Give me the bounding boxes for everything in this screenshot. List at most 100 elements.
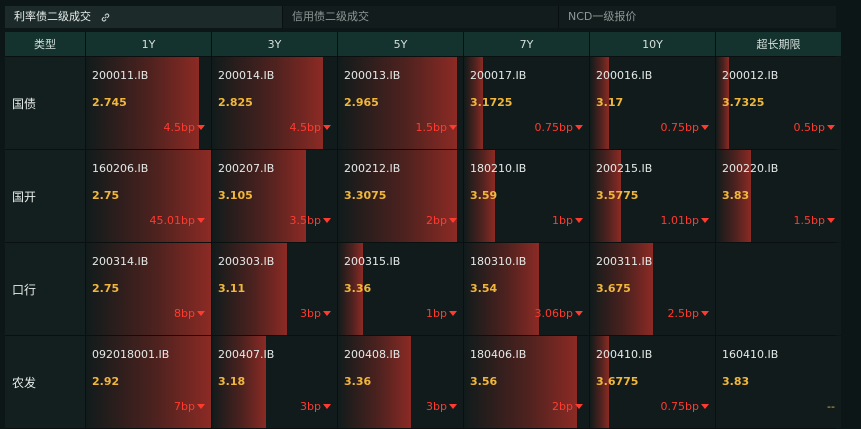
bond-cell[interactable]: 200407.IB 3.18 3bp [212, 336, 337, 428]
down-arrow-icon [197, 218, 205, 223]
bond-cell[interactable]: 200314.IB 2.75 8bp [86, 243, 211, 335]
bond-code: 200303.IB [218, 255, 275, 268]
bond-cell[interactable]: 200011.IB 2.745 4.5bp [86, 57, 211, 149]
bond-code: 200220.IB [722, 162, 779, 175]
bond-code: 200012.IB [722, 69, 779, 82]
down-arrow-icon [323, 125, 331, 130]
bond-yield: 3.54 [470, 282, 498, 295]
yield-change: 3.5bp [290, 214, 331, 227]
bond-yield: 2.745 [92, 96, 127, 109]
yield-change-value: 1bp [426, 307, 447, 320]
yield-change-value: 0.75bp [660, 400, 699, 413]
bond-code: 200315.IB [344, 255, 401, 268]
yield-change: 3bp [426, 400, 457, 413]
bond-cell[interactable]: 200013.IB 2.965 1.5bp [338, 57, 463, 149]
tab-label: 信用债二级成交 [292, 10, 369, 23]
bond-yield: 3.3075 [344, 189, 387, 202]
yield-change: 1.01bp [661, 214, 709, 227]
bond-cell[interactable]: 200017.IB 3.1725 0.75bp [464, 57, 589, 149]
yield-change-value: 1bp [552, 214, 573, 227]
bond-code: 160410.IB [722, 348, 779, 361]
yield-change: 2bp [552, 400, 583, 413]
bond-code: 180210.IB [470, 162, 527, 175]
bond-code: 200410.IB [596, 348, 653, 361]
bond-cell[interactable]: 092018001.IB 2.92 7bp [86, 336, 211, 428]
bond-cell[interactable]: 180310.IB 3.54 3.06bp [464, 243, 589, 335]
bond-yield: 2.75 [92, 282, 120, 295]
tab-rates-secondary[interactable]: 利率债二级成交 [5, 6, 283, 28]
yield-change-value: 0.5bp [793, 121, 825, 134]
down-arrow-icon [575, 218, 583, 223]
header-3y: 3Y [212, 32, 337, 56]
link-icon[interactable] [100, 12, 111, 23]
down-arrow-icon [701, 125, 709, 130]
bond-cell[interactable]: 160206.IB 2.75 45.01bp [86, 150, 211, 242]
down-arrow-icon [449, 218, 457, 223]
bond-code: 200017.IB [470, 69, 527, 82]
bond-code: 200215.IB [596, 162, 653, 175]
tab-credit-secondary[interactable]: 信用债二级成交 [283, 6, 559, 28]
bond-yield: 3.36 [344, 375, 372, 388]
bond-cell[interactable]: 200303.IB 3.11 3bp [212, 243, 337, 335]
yield-change-value: 0.75bp [660, 121, 699, 134]
yield-change: 1bp [552, 214, 583, 227]
bond-cell[interactable]: 200012.IB 3.7325 0.5bp [716, 57, 841, 149]
bond-code: 200314.IB [92, 255, 149, 268]
bond-cell[interactable]: 200016.IB 3.17 0.75bp [590, 57, 715, 149]
yield-change: 0.5bp [794, 121, 835, 134]
bond-yield: 2.75 [92, 189, 120, 202]
yield-change: 7bp [174, 400, 205, 413]
bond-yield: 3.6775 [596, 375, 639, 388]
down-arrow-icon [701, 311, 709, 316]
bond-yield: 3.11 [218, 282, 246, 295]
down-arrow-icon [449, 125, 457, 130]
bond-yield: 3.59 [470, 189, 498, 202]
bond-yield: 3.1725 [470, 96, 513, 109]
down-arrow-icon [197, 404, 205, 409]
bond-cell[interactable]: 180406.IB 3.56 2bp [464, 336, 589, 428]
yield-change-value: 3.06bp [534, 307, 573, 320]
header-5y: 5Y [338, 32, 463, 56]
yield-change: 3bp [300, 307, 331, 320]
bond-code: 160206.IB [92, 162, 149, 175]
bond-cell[interactable]: 160410.IB 3.83 -- [716, 336, 841, 428]
yield-change-value: 4.5bp [163, 121, 195, 134]
tab-label: 利率债二级成交 [14, 10, 91, 23]
yield-change: 4.5bp [290, 121, 331, 134]
row-label: 国债 [5, 57, 85, 149]
bond-cell[interactable]: 200207.IB 3.105 3.5bp [212, 150, 337, 242]
bond-yield: 3.18 [218, 375, 246, 388]
yield-change: 3bp [300, 400, 331, 413]
bond-code: 200212.IB [344, 162, 401, 175]
down-arrow-icon [575, 125, 583, 130]
yield-change-value: 3bp [426, 400, 447, 413]
bond-code: 200011.IB [92, 69, 149, 82]
tab-ncd-quote[interactable]: NCD一级报价 [559, 6, 836, 28]
bond-cell[interactable]: 200315.IB 3.36 1bp [338, 243, 463, 335]
bond-cell[interactable]: 200311.IB 3.675 2.5bp [590, 243, 715, 335]
yield-change-value: 2bp [426, 214, 447, 227]
bond-yield: 2.825 [218, 96, 253, 109]
bond-yield: 3.675 [596, 282, 631, 295]
tab-label: NCD一级报价 [568, 10, 637, 23]
down-arrow-icon [701, 218, 709, 223]
bond-trades-grid: 类型 1Y 3Y 5Y 7Y 10Y 超长期限 国债 200011.IB 2.745… [5, 32, 841, 429]
bond-cell[interactable]: 200410.IB 3.6775 0.75bp [590, 336, 715, 428]
down-arrow-icon [449, 311, 457, 316]
yield-change-value: 3bp [300, 400, 321, 413]
down-arrow-icon [323, 218, 331, 223]
bond-cell[interactable]: 200408.IB 3.36 3bp [338, 336, 463, 428]
yield-change: 45.01bp [150, 214, 205, 227]
bond-cell[interactable]: 200014.IB 2.825 4.5bp [212, 57, 337, 149]
down-arrow-icon [701, 404, 709, 409]
down-arrow-icon [323, 404, 331, 409]
tab-bar: 利率债二级成交 信用债二级成交 NCD一级报价 [5, 6, 836, 28]
down-arrow-icon [575, 311, 583, 316]
bond-cell[interactable]: 200212.IB 3.3075 2bp [338, 150, 463, 242]
yield-change: 0.75bp [661, 121, 709, 134]
yield-change: -- [827, 400, 835, 413]
down-arrow-icon [197, 125, 205, 130]
bond-cell[interactable]: 200220.IB 3.83 1.5bp [716, 150, 841, 242]
bond-cell[interactable]: 200215.IB 3.5775 1.01bp [590, 150, 715, 242]
bond-cell[interactable]: 180210.IB 3.59 1bp [464, 150, 589, 242]
